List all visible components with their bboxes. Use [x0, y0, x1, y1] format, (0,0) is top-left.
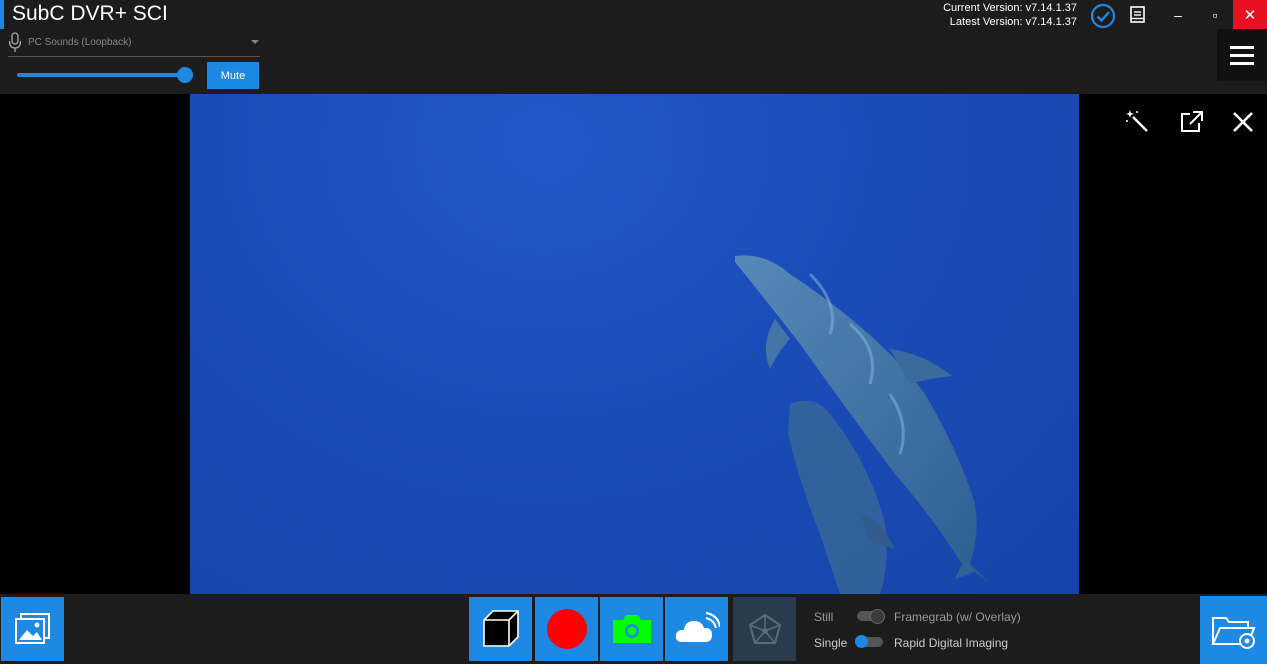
record-icon	[546, 609, 587, 649]
folder-settings-icon	[1210, 617, 1255, 649]
close-window-button[interactable]: ✕	[1233, 0, 1267, 29]
audio-source-value: PC Sounds (Loopback)	[28, 37, 132, 48]
still-toggle-knob[interactable]	[870, 609, 885, 624]
snapshot-button[interactable]	[600, 597, 663, 661]
dolphins-image	[735, 255, 990, 594]
maximize-button[interactable]: ▫	[1195, 0, 1235, 29]
gallery-icon	[14, 613, 50, 644]
still-label: Still	[814, 610, 834, 624]
cloud-stream-button[interactable]	[665, 597, 728, 661]
update-check-icon[interactable]	[1090, 3, 1116, 29]
hamburger-menu-button[interactable]	[1217, 29, 1267, 81]
chevron-down-icon[interactable]	[251, 40, 259, 44]
minimize-button[interactable]: –	[1158, 0, 1198, 29]
cloud-stream-icon	[675, 612, 720, 642]
magic-wand-icon[interactable]	[1124, 108, 1152, 136]
gallery-button[interactable]	[1, 597, 64, 661]
volume-slider-track[interactable]	[17, 73, 187, 77]
cube-icon	[482, 610, 519, 647]
pop-out-icon[interactable]	[1178, 108, 1206, 136]
video-feed	[190, 94, 1079, 594]
current-version: Current Version: v7.14.1.37	[943, 2, 1077, 14]
network-button[interactable]	[733, 597, 796, 661]
folder-settings-button[interactable]	[1200, 596, 1267, 664]
mute-button[interactable]: Mute	[207, 62, 259, 89]
app-title: SubC DVR+ SCI	[12, 2, 168, 25]
record-button[interactable]	[535, 597, 598, 661]
volume-slider-thumb[interactable]	[177, 67, 193, 83]
framegrab-option: Framegrab (w/ Overlay)	[894, 610, 1021, 624]
camera-icon	[612, 615, 651, 643]
cube-button[interactable]	[469, 597, 532, 661]
rdi-option: Rapid Digital Imaging	[894, 636, 1009, 650]
latest-version: Latest Version: v7.14.1.37	[949, 16, 1077, 28]
close-icon[interactable]	[1229, 108, 1257, 136]
network-icon	[748, 613, 781, 644]
accent-strip	[0, 0, 4, 29]
notes-icon[interactable]	[1129, 5, 1147, 25]
single-label: Single	[814, 636, 848, 650]
single-toggle-knob[interactable]	[855, 635, 868, 648]
